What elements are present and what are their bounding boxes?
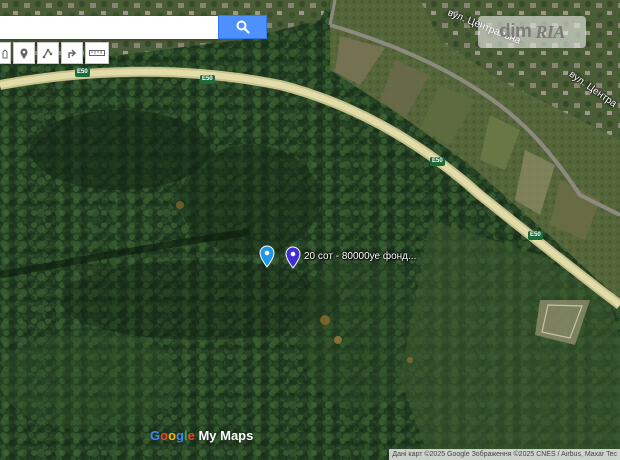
highway-shield-e50-2: E50 [200, 75, 215, 84]
directions-tool[interactable] [61, 42, 83, 64]
hand-tool[interactable] [0, 42, 11, 64]
search-icon [236, 20, 250, 34]
search-input[interactable] [0, 16, 218, 39]
map-attribution[interactable]: Дані карт ©2025 Google Зображення ©2025 … [389, 449, 620, 460]
dim-ria-watermark: dim RIA [478, 16, 586, 48]
directions-icon [68, 49, 77, 58]
ruler-icon [89, 50, 105, 56]
map-toolbar [0, 42, 109, 64]
search-button[interactable] [218, 15, 267, 39]
pin-label[interactable]: 20 сот - 80000уе фонд... [304, 251, 416, 262]
logo-letter-o1: o [160, 428, 169, 443]
draw-line-tool[interactable] [37, 42, 59, 64]
google-my-maps-logo: G o o g l e My Maps [150, 428, 253, 443]
add-marker-tool[interactable] [13, 42, 35, 64]
hand-icon [2, 49, 8, 59]
logo-letter-g1: G [150, 428, 161, 443]
marker-icon [20, 48, 28, 59]
satellite-map[interactable] [0, 0, 620, 460]
measure-tool[interactable] [85, 42, 109, 64]
watermark-dim: dim [499, 21, 532, 42]
logo-letter-o2: o [168, 428, 177, 443]
highway-shield-e50-4: E50 [528, 231, 543, 240]
logo-letter-g2: g [176, 428, 184, 443]
logo-my-maps: My Maps [194, 428, 254, 443]
highway-shield-e50-1: E50 [75, 68, 90, 77]
line-icon [42, 48, 53, 59]
highway-shield-e50-3: E50 [430, 157, 445, 166]
logo-letter-e: e [187, 428, 195, 443]
watermark-ria: RIA [535, 21, 565, 42]
